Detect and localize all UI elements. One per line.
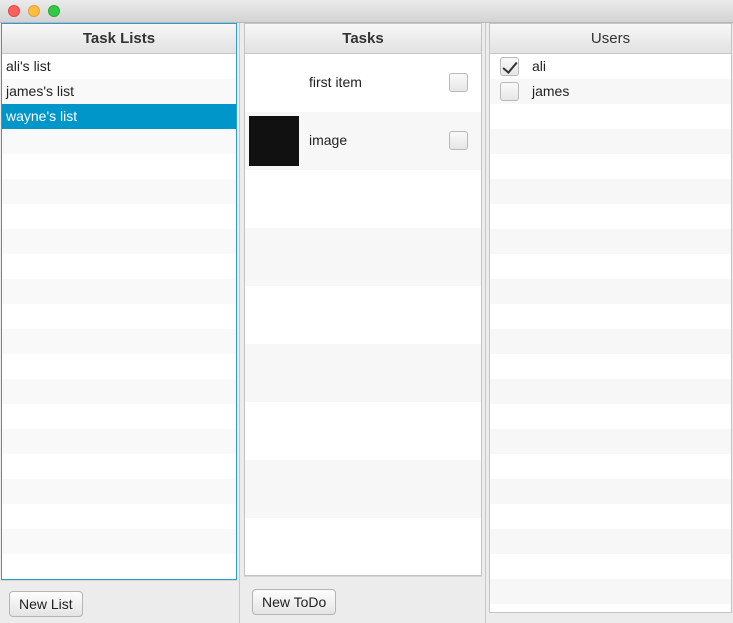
- tasks-pane: Tasks first item image New ToDo: [244, 23, 482, 623]
- empty-row: [2, 454, 236, 479]
- empty-row: [490, 529, 731, 554]
- empty-row: [2, 554, 236, 579]
- task-lists-rows: ali's list james's list wayne's list: [2, 54, 236, 579]
- empty-row: [2, 479, 236, 504]
- task-item[interactable]: image: [245, 112, 481, 170]
- user-name: james: [532, 83, 570, 99]
- tasks-footer: New ToDo: [244, 576, 482, 623]
- user-item[interactable]: james: [490, 79, 731, 104]
- empty-row: [490, 204, 731, 229]
- task-done-checkbox[interactable]: [449, 73, 468, 92]
- empty-row: [490, 379, 731, 404]
- empty-row: [490, 129, 731, 154]
- tasks-header: Tasks: [245, 24, 481, 54]
- task-text: first item: [309, 74, 362, 90]
- empty-row: [2, 279, 236, 304]
- users-header: Users: [490, 24, 731, 54]
- task-lists-header: Task Lists: [2, 24, 236, 54]
- task-image-thumbnail: [249, 116, 299, 166]
- empty-row: [490, 229, 731, 254]
- maximize-window-button[interactable]: [48, 5, 60, 17]
- checkmark-icon: [502, 58, 518, 74]
- empty-row: [2, 404, 236, 429]
- empty-row: [490, 429, 731, 454]
- empty-row: [2, 529, 236, 554]
- empty-row: [490, 254, 731, 279]
- empty-row: [245, 402, 481, 460]
- task-item[interactable]: first item: [245, 54, 481, 112]
- user-name: ali: [532, 58, 547, 74]
- empty-row: [2, 204, 236, 229]
- empty-row: [2, 379, 236, 404]
- empty-row: [2, 229, 236, 254]
- users-listview[interactable]: Users ali james: [489, 23, 732, 613]
- empty-row: [490, 454, 731, 479]
- empty-row: [490, 579, 731, 604]
- empty-row: [2, 429, 236, 454]
- task-list-item[interactable]: ali's list: [2, 54, 236, 79]
- tasks-listview[interactable]: Tasks first item image: [244, 23, 482, 576]
- empty-row: [2, 179, 236, 204]
- empty-row: [245, 344, 481, 402]
- user-checkbox[interactable]: [500, 57, 519, 76]
- empty-row: [245, 170, 481, 228]
- empty-row: [490, 479, 731, 504]
- empty-row: [2, 129, 236, 154]
- user-item[interactable]: ali: [490, 54, 731, 79]
- empty-row: [2, 354, 236, 379]
- task-lists-footer: New List: [1, 580, 237, 623]
- task-list-item[interactable]: james's list: [2, 79, 236, 104]
- empty-row: [490, 554, 731, 579]
- users-rows: ali james: [490, 54, 731, 604]
- empty-row: [2, 329, 236, 354]
- empty-row: [245, 460, 481, 518]
- empty-row: [490, 304, 731, 329]
- task-lists-listview[interactable]: Task Lists ali's list james's list wayne's…: [1, 23, 237, 580]
- empty-row: [490, 504, 731, 529]
- minimize-window-button[interactable]: [28, 5, 40, 17]
- empty-row: [2, 154, 236, 179]
- empty-row: [245, 518, 481, 575]
- close-window-button[interactable]: [8, 5, 20, 17]
- window-titlebar: [0, 0, 733, 23]
- task-done-checkbox[interactable]: [449, 131, 468, 150]
- empty-row: [490, 179, 731, 204]
- empty-row: [2, 254, 236, 279]
- new-list-button[interactable]: New List: [9, 591, 83, 617]
- empty-row: [490, 329, 731, 354]
- split-divider-left[interactable]: [239, 23, 240, 623]
- tasks-rows: first item image: [245, 54, 481, 575]
- task-lists-pane: Task Lists ali's list james's list wayne's…: [1, 23, 237, 623]
- empty-row: [490, 279, 731, 304]
- empty-row: [490, 404, 731, 429]
- task-text: image: [309, 132, 348, 148]
- users-pane: Users ali james: [489, 23, 732, 623]
- empty-row: [490, 104, 731, 129]
- empty-row: [2, 504, 236, 529]
- empty-row: [2, 304, 236, 329]
- empty-row: [490, 354, 731, 379]
- new-todo-button[interactable]: New ToDo: [252, 589, 337, 615]
- empty-row: [490, 154, 731, 179]
- split-divider-right[interactable]: [485, 23, 486, 623]
- empty-row: [245, 286, 481, 344]
- empty-row: [245, 228, 481, 286]
- user-checkbox[interactable]: [500, 82, 519, 101]
- task-list-item[interactable]: wayne's list: [2, 104, 236, 129]
